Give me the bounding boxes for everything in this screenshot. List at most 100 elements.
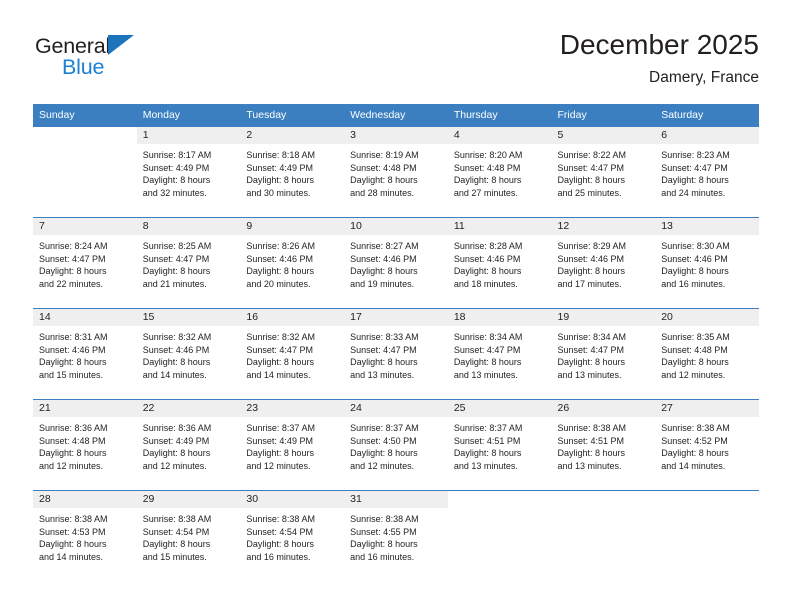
calendar-day[interactable]: 7 Sunrise: 8:24 AM Sunset: 4:47 PM Daylight… xyxy=(33,218,137,308)
calendar-day[interactable]: 30 Sunrise: 8:38 AM Sunset: 4:54 PM Dayligh… xyxy=(240,491,345,581)
calendar-day[interactable]: 25 Sunrise: 8:37 AM Sunset: 4:51 PM Dayligh… xyxy=(447,400,552,490)
day-number: 9 xyxy=(240,218,345,235)
calendar-day[interactable]: 18 Sunrise: 8:34 AM Sunset: 4:47 PM Dayligh… xyxy=(447,309,552,399)
calendar-day[interactable]: 14 Sunrise: 8:31 AM Sunset: 4:46 PM Dayligh… xyxy=(33,309,137,399)
day-number: 15 xyxy=(136,309,241,326)
calendar-day[interactable]: 17 Sunrise: 8:33 AM Sunset: 4:47 PM Dayligh… xyxy=(344,309,448,399)
calendar-day[interactable]: 1 Sunrise: 8:17 AM Sunset: 4:49 PM Daylight… xyxy=(136,127,241,217)
calendar-page: General Blue December 2025 Damery, Franc… xyxy=(0,0,792,612)
day-number: 5 xyxy=(551,127,656,144)
day-details: Sunrise: 8:32 AM Sunset: 4:47 PM Daylight:… xyxy=(240,326,344,381)
daylight-text-line1: Daylight: 8 hours xyxy=(142,266,211,277)
calendar-day[interactable]: 21 Sunrise: 8:36 AM Sunset: 4:48 PM Dayligh… xyxy=(33,400,137,490)
calendar-cell: 7 Sunrise: 8:24 AM Sunset: 4:47 PM Daylight… xyxy=(33,217,137,309)
daylight-text-line1: Daylight: 8 hours xyxy=(453,175,522,186)
calendar-day[interactable]: 16 Sunrise: 8:32 AM Sunset: 4:47 PM Dayligh… xyxy=(240,309,345,399)
sunset-text: Sunset: 4:52 PM xyxy=(661,435,728,446)
daylight-text-line1: Daylight: 8 hours xyxy=(350,175,418,186)
daylight-text-line2: and 14 minutes. xyxy=(142,369,207,380)
sunset-text: Sunset: 4:46 PM xyxy=(557,253,625,264)
sunrise-text: Sunrise: 8:17 AM xyxy=(142,150,212,160)
calendar-day[interactable]: 10 Sunrise: 8:27 AM Sunset: 4:46 PM Dayligh… xyxy=(344,218,448,308)
sunrise-text: Sunrise: 8:20 AM xyxy=(453,150,523,160)
sunrise-text: Sunrise: 8:25 AM xyxy=(142,241,212,251)
calendar-cell: 14 Sunrise: 8:31 AM Sunset: 4:46 PM Dayligh… xyxy=(33,308,137,400)
day-number: 4 xyxy=(447,127,552,144)
sunset-text: Sunset: 4:47 PM xyxy=(557,344,625,355)
day-details: Sunrise: 8:37 AM Sunset: 4:49 PM Daylight:… xyxy=(240,417,344,472)
daylight-text-line1: Daylight: 8 hours xyxy=(246,539,314,550)
day-number: 14 xyxy=(33,309,137,326)
daylight-text-line1: Daylight: 8 hours xyxy=(142,175,211,186)
sunset-text: Sunset: 4:46 PM xyxy=(350,253,417,264)
daylight-text-line2: and 28 minutes. xyxy=(350,187,415,198)
calendar-day[interactable]: 3 Sunrise: 8:19 AM Sunset: 4:48 PM Daylight… xyxy=(344,127,448,217)
calendar-cell: 30 Sunrise: 8:38 AM Sunset: 4:54 PM Dayligh… xyxy=(240,490,345,581)
brand-logo[interactable]: General Blue xyxy=(33,33,243,91)
calendar-cell: 28 Sunrise: 8:38 AM Sunset: 4:53 PM Dayligh… xyxy=(33,490,137,581)
calendar-day[interactable]: 20 Sunrise: 8:35 AM Sunset: 4:48 PM Dayligh… xyxy=(655,309,759,399)
daylight-text-line1: Daylight: 8 hours xyxy=(557,357,626,368)
calendar-cell: 19 Sunrise: 8:34 AM Sunset: 4:47 PM Dayligh… xyxy=(551,308,656,400)
day-details: Sunrise: 8:38 AM Sunset: 4:51 PM Daylight:… xyxy=(552,417,656,472)
day-details: Sunrise: 8:38 AM Sunset: 4:54 PM Daylight:… xyxy=(137,508,241,563)
calendar-day[interactable]: 12 Sunrise: 8:29 AM Sunset: 4:46 PM Dayligh… xyxy=(551,218,656,308)
sunset-text: Sunset: 4:47 PM xyxy=(246,344,313,355)
calendar-day[interactable]: 24 Sunrise: 8:37 AM Sunset: 4:50 PM Dayligh… xyxy=(344,400,448,490)
calendar-cell xyxy=(447,490,552,581)
daylight-text-line1: Daylight: 8 hours xyxy=(453,266,522,277)
daylight-text-line1: Daylight: 8 hours xyxy=(661,266,729,277)
day-number: 7 xyxy=(33,218,137,235)
sunset-text: Sunset: 4:46 PM xyxy=(39,344,106,355)
day-number: 6 xyxy=(655,127,759,144)
calendar-day[interactable]: 6 Sunrise: 8:23 AM Sunset: 4:47 PM Daylight… xyxy=(655,127,759,217)
calendar-day[interactable]: 9 Sunrise: 8:26 AM Sunset: 4:46 PM Daylight… xyxy=(240,218,345,308)
page-subtitle: Damery, France xyxy=(649,69,759,86)
calendar-cell: 26 Sunrise: 8:38 AM Sunset: 4:51 PM Dayligh… xyxy=(551,399,656,491)
day-details: Sunrise: 8:38 AM Sunset: 4:55 PM Daylight:… xyxy=(344,508,448,563)
daylight-text-line2: and 13 minutes. xyxy=(557,369,622,380)
day-number: 11 xyxy=(447,218,552,235)
daylight-text-line2: and 15 minutes. xyxy=(39,369,104,380)
sunset-text: Sunset: 4:50 PM xyxy=(350,435,417,446)
sunset-text: Sunset: 4:49 PM xyxy=(246,435,313,446)
calendar-day[interactable]: 2 Sunrise: 8:18 AM Sunset: 4:49 PM Daylight… xyxy=(240,127,345,217)
day-details: Sunrise: 8:38 AM Sunset: 4:52 PM Daylight:… xyxy=(655,417,759,472)
calendar-day[interactable]: 22 Sunrise: 8:36 AM Sunset: 4:49 PM Dayligh… xyxy=(136,400,241,490)
calendar-day[interactable]: 15 Sunrise: 8:32 AM Sunset: 4:46 PM Dayligh… xyxy=(136,309,241,399)
calendar-day[interactable]: 13 Sunrise: 8:30 AM Sunset: 4:46 PM Dayligh… xyxy=(655,218,759,308)
calendar-day[interactable]: 19 Sunrise: 8:34 AM Sunset: 4:47 PM Dayligh… xyxy=(551,309,656,399)
calendar-day[interactable]: 31 Sunrise: 8:38 AM Sunset: 4:55 PM Dayligh… xyxy=(344,491,448,581)
calendar-week-row: 1 Sunrise: 8:17 AM Sunset: 4:49 PM Daylight… xyxy=(33,126,759,218)
calendar-day[interactable]: 28 Sunrise: 8:38 AM Sunset: 4:53 PM Dayligh… xyxy=(33,491,137,581)
calendar-day[interactable]: 11 Sunrise: 8:28 AM Sunset: 4:46 PM Dayligh… xyxy=(447,218,552,308)
sunset-text: Sunset: 4:54 PM xyxy=(246,526,313,537)
day-details: Sunrise: 8:38 AM Sunset: 4:53 PM Daylight:… xyxy=(33,508,137,563)
daylight-text-line2: and 22 minutes. xyxy=(39,278,104,289)
daylight-text-line1: Daylight: 8 hours xyxy=(142,539,211,550)
daylight-text-line2: and 19 minutes. xyxy=(350,278,415,289)
day-details: Sunrise: 8:37 AM Sunset: 4:50 PM Daylight:… xyxy=(344,417,448,472)
daylight-text-line1: Daylight: 8 hours xyxy=(39,266,107,277)
calendar-day[interactable]: 4 Sunrise: 8:20 AM Sunset: 4:48 PM Daylight… xyxy=(447,127,552,217)
daylight-text-line2: and 24 minutes. xyxy=(661,187,726,198)
daylight-text-line1: Daylight: 8 hours xyxy=(661,175,729,186)
calendar-day[interactable]: 29 Sunrise: 8:38 AM Sunset: 4:54 PM Dayligh… xyxy=(136,491,241,581)
calendar-day[interactable]: 23 Sunrise: 8:37 AM Sunset: 4:49 PM Dayligh… xyxy=(240,400,345,490)
day-number: 25 xyxy=(447,400,552,417)
daylight-text-line2: and 14 minutes. xyxy=(39,551,104,562)
sunset-text: Sunset: 4:47 PM xyxy=(661,162,728,173)
calendar-cell: 1 Sunrise: 8:17 AM Sunset: 4:49 PM Daylight… xyxy=(136,126,241,218)
sunset-text: Sunset: 4:49 PM xyxy=(246,162,313,173)
calendar-table: Sunday Monday Tuesday Wednesday Thursday Frid… xyxy=(33,104,759,581)
sunset-text: Sunset: 4:46 PM xyxy=(453,253,521,264)
day-number: 20 xyxy=(655,309,759,326)
calendar-day[interactable]: 8 Sunrise: 8:25 AM Sunset: 4:47 PM Daylight… xyxy=(136,218,241,308)
sunrise-text: Sunrise: 8:38 AM xyxy=(246,514,315,524)
calendar-day[interactable]: 26 Sunrise: 8:38 AM Sunset: 4:51 PM Dayligh… xyxy=(551,400,656,490)
sunrise-text: Sunrise: 8:38 AM xyxy=(39,514,108,524)
daylight-text-line2: and 16 minutes. xyxy=(246,551,311,562)
calendar-day[interactable]: 5 Sunrise: 8:22 AM Sunset: 4:47 PM Daylight… xyxy=(551,127,656,217)
daylight-text-line2: and 12 minutes. xyxy=(142,460,207,471)
calendar-day[interactable]: 27 Sunrise: 8:38 AM Sunset: 4:52 PM Dayligh… xyxy=(655,400,759,490)
